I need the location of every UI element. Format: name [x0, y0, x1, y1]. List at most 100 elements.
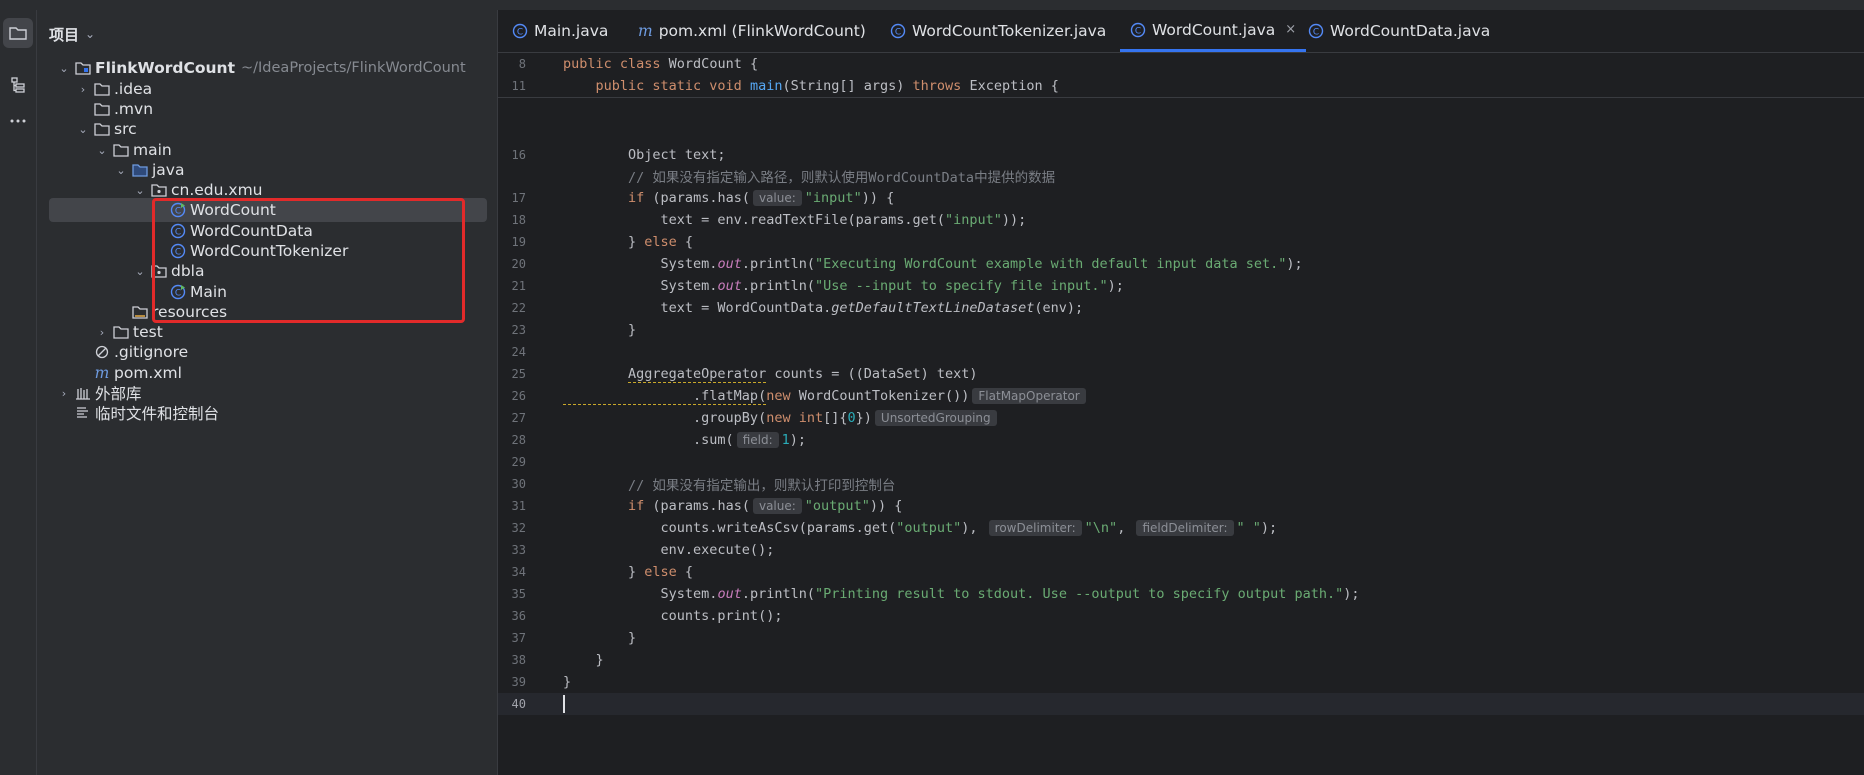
- close-icon[interactable]: ×: [1285, 22, 1296, 37]
- chevron-down-icon[interactable]: ⌄: [95, 144, 109, 157]
- tree-item-label: WordCountData: [190, 222, 313, 240]
- project-panel: 项目 ⌄ ⌄ FlinkWordCount ~/IdeaProjects/Fli…: [37, 10, 498, 775]
- tree-item-label: .gitignore: [114, 343, 189, 361]
- svg-text:C: C: [175, 207, 181, 217]
- tree-item-label: WordCount: [190, 201, 276, 219]
- line-number: 22: [511, 301, 526, 315]
- line-number: 30: [511, 477, 526, 491]
- project-path: ~/IdeaProjects/FlinkWordCount: [241, 60, 466, 76]
- tab-label: WordCountTokenizer.java: [912, 22, 1107, 40]
- tab-wordcount-java[interactable]: C WordCount.java ×: [1120, 10, 1307, 52]
- tab-label: WordCount.java: [1152, 20, 1276, 39]
- chevron-right-icon[interactable]: ›: [57, 387, 71, 400]
- chevron-down-icon: ⌄: [85, 27, 96, 41]
- tab-label: Main.java: [534, 22, 609, 40]
- more-icon[interactable]: [3, 106, 33, 136]
- tree-item-label: 临时文件和控制台: [95, 405, 220, 423]
- tool-window-strip: [0, 10, 37, 775]
- editor-tabs: C Main.java m pom.xml (FlinkWordCount) C…: [498, 10, 1864, 53]
- code-line: 38 }: [498, 649, 1864, 671]
- line-number: 35: [511, 587, 526, 601]
- line-number: 37: [511, 631, 526, 645]
- library-icon: [75, 385, 91, 401]
- line-number: 21: [511, 279, 526, 293]
- chevron-right-icon[interactable]: ›: [95, 326, 109, 339]
- line-number: 33: [511, 543, 526, 557]
- tab-label: pom.xml (FlinkWordCount): [658, 22, 866, 40]
- chevron-down-icon[interactable]: ⌄: [57, 62, 71, 75]
- code-line: 35 System.out.println("Printing result t…: [498, 583, 1864, 605]
- inlay-hint: field:: [736, 432, 779, 448]
- project-title: 项目: [49, 25, 80, 44]
- tree-item-label: Main: [190, 283, 228, 301]
- code-comment: // 如果没有指定输出，则默认打印到控制台: [563, 478, 896, 494]
- scratch-file-icon: [75, 405, 91, 421]
- code-line: 39}: [498, 671, 1864, 693]
- code-text: Object text;: [563, 147, 726, 163]
- java-class-icon: C: [170, 243, 186, 259]
- code-line: 26 .flatMap(new WordCountTokenizer()) Fla…: [498, 385, 1864, 407]
- line-number: 32: [511, 521, 526, 535]
- tab-label: WordCountData.java: [1330, 22, 1491, 40]
- code-comment: // 如果没有指定输入路径，则默认使用WordCountData中提供的数据: [563, 170, 1056, 186]
- code-line: 8 public class WordCount {: [498, 53, 1864, 75]
- svg-text:C: C: [175, 228, 181, 238]
- code-line: 25 AggregateOperator counts = ((DataSet)…: [498, 363, 1864, 385]
- folder-icon: [94, 121, 110, 137]
- code-line: 29: [498, 451, 1864, 473]
- line-number: 16: [511, 148, 526, 162]
- tree-item-label: java: [152, 161, 185, 179]
- chevron-down-icon[interactable]: ⌄: [133, 265, 147, 278]
- tab-main-java[interactable]: C Main.java: [512, 10, 608, 52]
- code-line: 16 Object text;: [498, 144, 1864, 166]
- folder-icon: [94, 101, 110, 117]
- line-number: 19: [511, 235, 526, 249]
- package-icon: [151, 182, 167, 198]
- tree-item-label: dbla: [171, 262, 205, 280]
- java-class-runnable-icon: C: [170, 202, 186, 218]
- code-line: 32 counts.writeAsCsv(params.get("output"…: [498, 517, 1864, 539]
- chevron-right-icon[interactable]: ›: [76, 83, 90, 96]
- line-number: 34: [511, 565, 526, 579]
- tree-item-label: resources: [152, 303, 228, 321]
- line-number: 18: [511, 213, 526, 227]
- chevron-down-icon[interactable]: ⌄: [133, 184, 147, 197]
- module-folder-icon: [75, 60, 91, 76]
- project-panel-header[interactable]: 项目 ⌄: [49, 22, 95, 46]
- sticky-lines: 8 public class WordCount { 11 public stat…: [498, 53, 1864, 98]
- code-line: 28 .sum(field: 1);: [498, 429, 1864, 451]
- line-number: 28: [511, 433, 526, 447]
- line-number: 39: [511, 675, 526, 689]
- tab-wordcountdata-java[interactable]: C WordCountData.java: [1308, 10, 1490, 52]
- line-number: 25: [511, 367, 526, 381]
- inlay-hint: UnsortedGrouping: [874, 410, 997, 426]
- svg-text:C: C: [175, 248, 181, 258]
- line-number: 26: [511, 389, 526, 403]
- tree-item-label: main: [133, 141, 172, 159]
- tree-item-scratches[interactable]: 临时文件和控制台: [49, 401, 487, 425]
- chevron-down-icon[interactable]: ⌄: [114, 164, 128, 177]
- line-number: 40: [511, 697, 526, 711]
- code-line: 17 if (params.has(value: "input")) {: [498, 187, 1864, 209]
- code-editor[interactable]: 16 Object text; // 如果没有指定输入路径，则默认使用WordC…: [498, 53, 1864, 775]
- chevron-down-icon[interactable]: ⌄: [76, 123, 90, 136]
- inlay-hint: fieldDelimiter:: [1136, 520, 1234, 536]
- inlay-hint: value:: [752, 190, 802, 206]
- code-line: 30 // 如果没有指定输出，则默认打印到控制台: [498, 473, 1864, 495]
- project-folder-icon[interactable]: [3, 18, 33, 48]
- source-folder-icon: [132, 162, 148, 178]
- structure-icon[interactable]: [3, 70, 33, 100]
- code-string: "Use --input to specify file input.": [814, 278, 1108, 294]
- inlay-hint: rowDelimiter:: [988, 520, 1082, 536]
- code-line: // 如果没有指定输入路径，则默认使用WordCountData中提供的数据: [498, 165, 1864, 187]
- tab-pom-xml[interactable]: m pom.xml (FlinkWordCount): [638, 10, 866, 52]
- line-number: 36: [511, 609, 526, 623]
- code-string: "Printing result to stdout. Use --output…: [814, 586, 1344, 602]
- folder-icon: [113, 142, 129, 158]
- text-caret: [563, 695, 565, 713]
- tree-item-label: src: [114, 120, 137, 138]
- svg-text:C: C: [517, 28, 523, 38]
- code-line: 36 counts.print();: [498, 605, 1864, 627]
- code-line: 21 System.out.println("Use --input to sp…: [498, 275, 1864, 297]
- tab-wordcounttokenizer-java[interactable]: C WordCountTokenizer.java: [890, 10, 1106, 52]
